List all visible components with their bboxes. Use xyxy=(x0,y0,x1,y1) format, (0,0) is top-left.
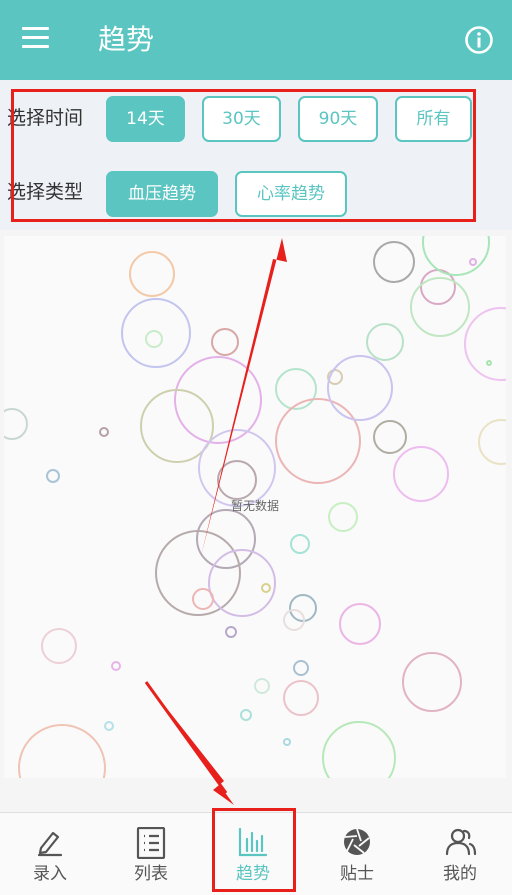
tab-tips-label: 贴士 xyxy=(340,864,374,884)
list-icon xyxy=(136,827,166,859)
empty-state-text: 暂无数据 xyxy=(230,499,279,513)
active-tab-highlight-box xyxy=(212,808,296,892)
trend-chart-area: 暂无数据 xyxy=(4,236,506,778)
tab-list[interactable]: 列表 xyxy=(101,813,201,895)
tab-mine-label: 我的 xyxy=(443,864,477,884)
tab-mine[interactable]: 我的 xyxy=(410,813,510,895)
people-icon xyxy=(445,828,477,856)
tab-list-label: 列表 xyxy=(134,864,168,884)
pen-icon xyxy=(37,831,63,857)
filter-highlight-box xyxy=(11,89,476,222)
app-bar: 趋势 xyxy=(0,0,512,80)
tab-entry[interactable]: 录入 xyxy=(0,813,100,895)
menu-icon[interactable] xyxy=(22,27,49,49)
info-icon[interactable] xyxy=(464,25,494,55)
aperture-icon xyxy=(344,828,370,855)
page-title: 趋势 xyxy=(98,23,155,56)
tab-tips[interactable]: 贴士 xyxy=(307,813,407,895)
tab-entry-label: 录入 xyxy=(33,864,67,884)
